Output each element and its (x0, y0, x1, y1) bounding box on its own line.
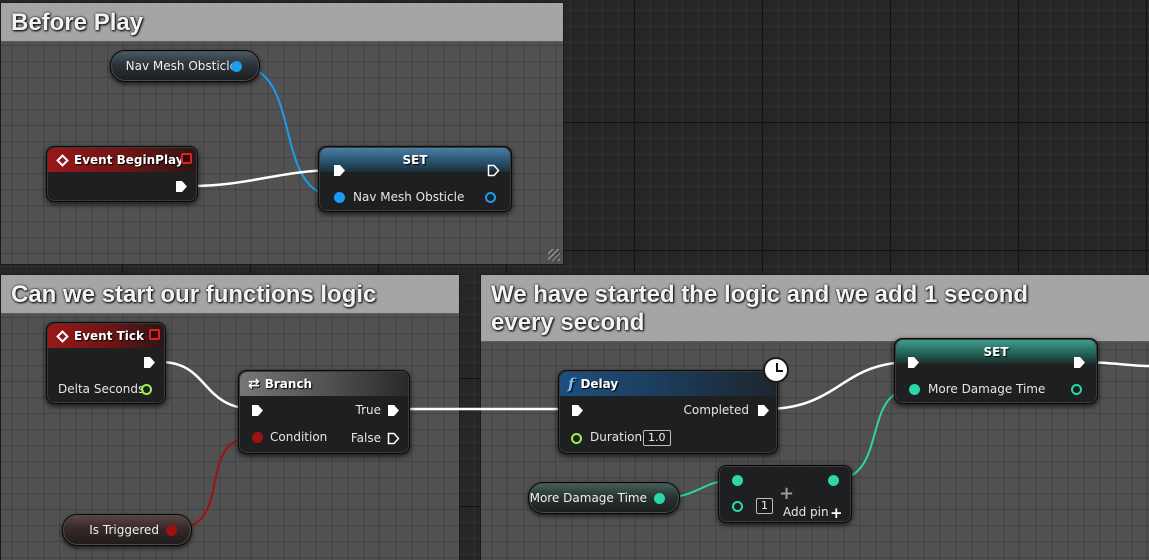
float-input-pin[interactable] (571, 433, 582, 444)
exec-false-pin[interactable] (387, 432, 400, 445)
node-header: Event BeginPlay (48, 148, 196, 172)
object-pin[interactable] (231, 61, 242, 72)
comment-title[interactable]: Can we start our functions logic (1, 275, 459, 314)
float-input-pin-a[interactable] (732, 475, 743, 486)
exec-output-pin[interactable] (175, 180, 188, 193)
node-title: SET (402, 153, 428, 167)
pin-label: Completed (683, 403, 749, 417)
float-output-pin[interactable] (1071, 384, 1082, 395)
node-title: SET (983, 345, 1009, 359)
node-header: Event Tick (48, 324, 164, 348)
exec-input-pin[interactable] (251, 404, 264, 417)
is-triggered-variable[interactable]: Is Triggered (62, 514, 192, 546)
comment-before-play[interactable]: Before Play (0, 2, 564, 265)
add-value-input[interactable]: 1 (756, 498, 773, 514)
object-input-pin[interactable] (334, 192, 345, 203)
node-title: Event BeginPlay (74, 153, 184, 167)
variable-label: Is Triggered (89, 523, 159, 537)
duration-input[interactable]: 1.0 (643, 430, 671, 446)
object-output-pin[interactable] (485, 192, 496, 203)
plus-icon: + (779, 483, 795, 504)
resize-grip[interactable] (548, 249, 560, 261)
diamond-icon (56, 153, 69, 167)
float-output-pin[interactable] (828, 475, 839, 486)
bool-input-pin[interactable] (252, 432, 263, 443)
delegate-pin[interactable] (181, 153, 192, 164)
variable-label: More Damage Time (529, 491, 647, 505)
delay-node[interactable]: f Delay Completed Duration 1.0 (558, 370, 778, 454)
node-header: f Delay (560, 372, 776, 396)
exec-output-pin[interactable] (1073, 356, 1086, 369)
float-input-pin-b[interactable] (732, 501, 743, 512)
delegate-pin[interactable] (149, 329, 160, 340)
node-title: Delay (580, 377, 619, 391)
pin-label: False (350, 431, 381, 445)
add-float-node[interactable]: 1 + Add pin + (718, 465, 852, 523)
pin-label: Duration (590, 430, 643, 444)
nav-mesh-obsticle-variable[interactable]: Nav Mesh Obsticle (110, 50, 260, 82)
add-pin-icon[interactable]: + (830, 504, 843, 522)
exec-output-pin[interactable] (143, 356, 156, 369)
branch-icon: ⇄ (248, 376, 260, 392)
pin-label: Delta Seconds (58, 382, 145, 396)
event-tick-node[interactable]: Event Tick Delta Seconds (46, 322, 166, 404)
function-icon: f (568, 375, 575, 393)
node-title: Branch (264, 377, 313, 391)
exec-input-pin[interactable] (571, 404, 584, 417)
more-damage-time-variable[interactable]: More Damage Time (528, 482, 680, 514)
node-header: SET (896, 340, 1096, 364)
comment-title[interactable]: Before Play (1, 3, 563, 42)
pin-label: Condition (270, 430, 328, 444)
pin-label: Nav Mesh Obsticle (353, 190, 465, 204)
float-input-pin[interactable] (909, 384, 920, 395)
node-header: ⇄ Branch (240, 372, 408, 396)
set-nav-mesh-node[interactable]: SET Nav Mesh Obsticle (318, 146, 512, 212)
add-pin-button[interactable]: Add pin (783, 505, 829, 519)
pin-label: More Damage Time (928, 382, 1046, 396)
variable-label: Nav Mesh Obsticle (125, 59, 237, 73)
comment-title[interactable]: We have started the logic and we add 1 s… (481, 275, 1149, 342)
clock-icon (763, 357, 789, 383)
node-title: Event Tick (74, 329, 145, 343)
exec-completed-pin[interactable] (757, 404, 770, 417)
diamond-icon (56, 329, 69, 343)
bool-output-pin[interactable] (166, 525, 177, 536)
node-header: SET (320, 148, 510, 172)
float-output-pin[interactable] (654, 493, 665, 504)
pin-label: True (355, 403, 382, 417)
exec-output-pin[interactable] (487, 164, 500, 177)
float-output-pin[interactable] (141, 384, 152, 395)
exec-input-pin[interactable] (333, 164, 346, 177)
exec-true-pin[interactable] (387, 404, 400, 417)
event-begin-play-node[interactable]: Event BeginPlay (46, 146, 198, 202)
set-more-damage-time-node[interactable]: SET More Damage Time (894, 338, 1098, 404)
branch-node[interactable]: ⇄ Branch True Condition False (238, 370, 410, 454)
exec-input-pin[interactable] (907, 356, 920, 369)
